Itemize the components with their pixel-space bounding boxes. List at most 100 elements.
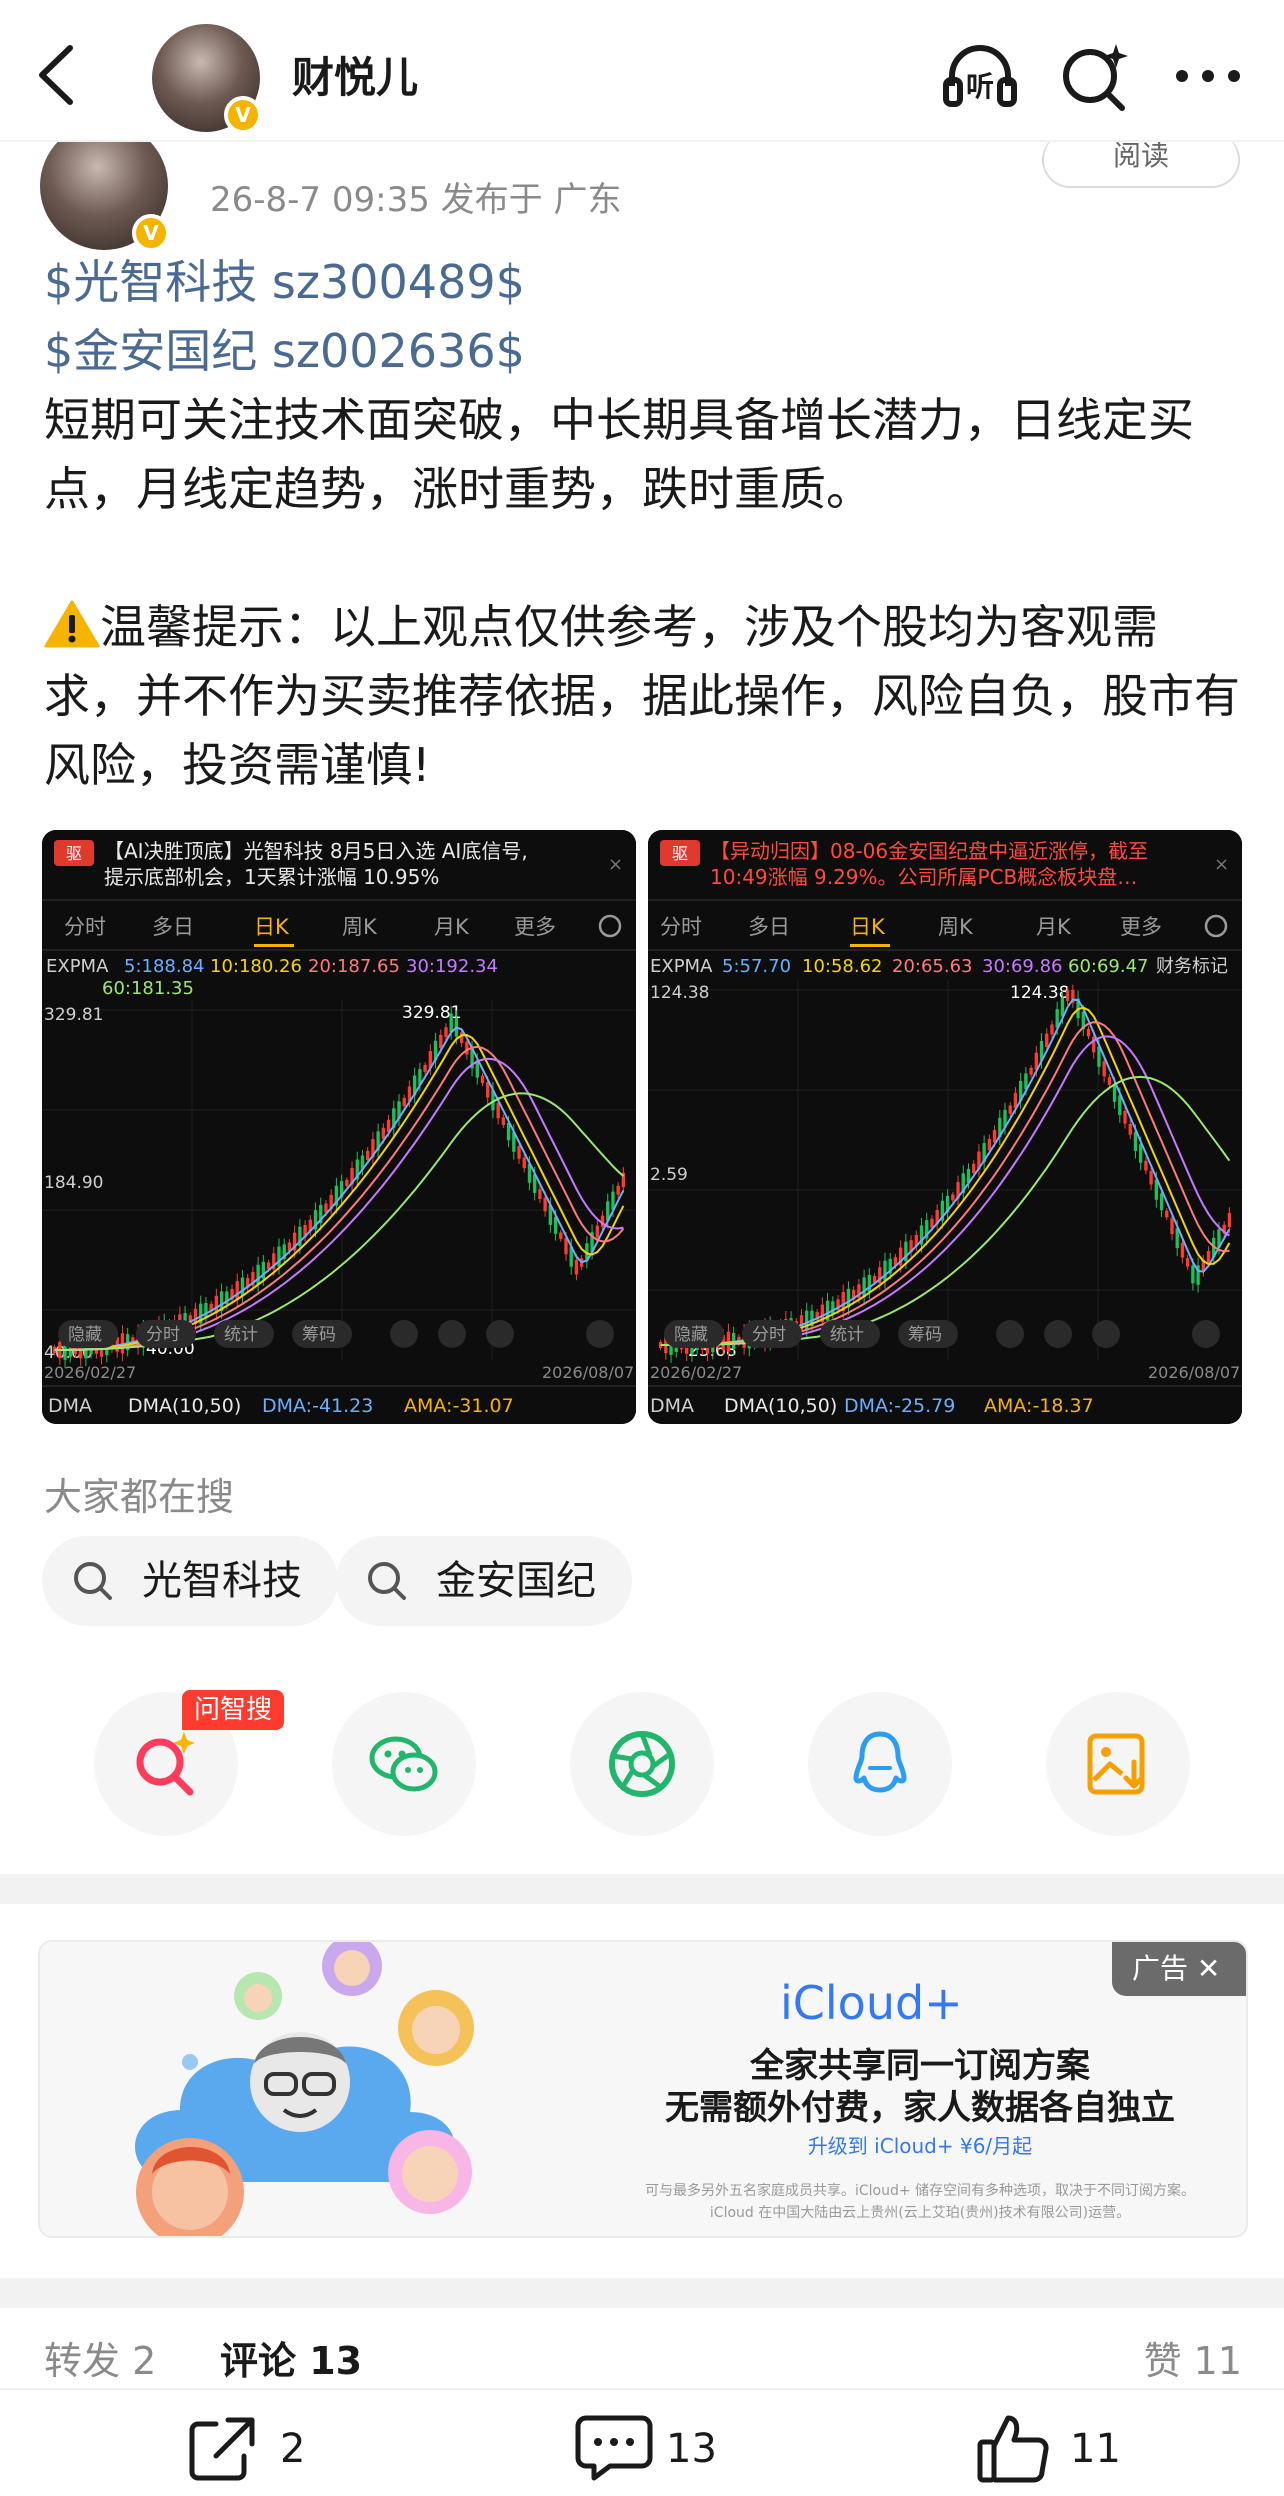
chart2-ma10: 10:58.62 [802, 956, 883, 977]
candle-body [564, 1238, 568, 1255]
more-icon[interactable] [1168, 36, 1248, 116]
ad-tag[interactable]: 广告 ✕ [1112, 1942, 1246, 1996]
chart-image-jinan[interactable]: 驱 【异动归因】08-06金安国纪盘中逼近涨停，截至 10:49涨幅 9.29%… [648, 830, 1242, 1424]
candle-body [1159, 1193, 1164, 1211]
chart-control-stats[interactable]: 统计 [224, 1325, 258, 1345]
candle-body [538, 1189, 542, 1199]
candle-body [1112, 1084, 1117, 1102]
chart-zoom-in-icon[interactable] [438, 1320, 466, 1348]
chart2-tab-zhouk[interactable]: 周K [938, 915, 974, 939]
post-time-location: 26-8-7 09:35 发布于 广东 [210, 180, 622, 220]
top-bar: V 财悦儿 听 [0, 0, 1284, 142]
author-avatar[interactable]: V [152, 24, 262, 134]
comment-button[interactable]: 13 [574, 2412, 744, 2482]
tab-comments[interactable]: 评论 13 [220, 2330, 362, 2385]
candle-body [883, 1260, 887, 1281]
candle-body [1133, 1131, 1138, 1151]
chart2-control-stats[interactable]: 统计 [830, 1325, 864, 1345]
ai-search-badge: 问智搜 [182, 1690, 285, 1730]
author-name[interactable]: 财悦儿 [292, 44, 418, 105]
candle-body [235, 1281, 239, 1301]
search-chip-guangzhi[interactable]: 光智科技 [42, 1536, 338, 1626]
like-button[interactable]: 11 [976, 2412, 1126, 2483]
tab-repost[interactable]: 转发 2 [44, 2330, 156, 2385]
chart-tab-yuek[interactable]: 月K [434, 915, 470, 939]
chart2-tab-more[interactable]: 更多 [1120, 915, 1162, 939]
chart2-tab-duori[interactable]: 多日 [748, 915, 790, 939]
candle-body [992, 1130, 997, 1143]
post-verified-badge: V [132, 214, 170, 252]
chart-prev-icon[interactable] [390, 1320, 418, 1348]
share-qq-button[interactable] [808, 1692, 952, 1836]
stock-link-jinan[interactable]: $金安国纪 sz002636$ [44, 317, 1244, 386]
ad-close-icon[interactable]: ✕ [1197, 1952, 1220, 1985]
chart2-tab-yuek[interactable]: 月K [1036, 915, 1072, 939]
chart2-control-hide[interactable]: 隐藏 [674, 1325, 708, 1345]
candle-body [1029, 1067, 1033, 1075]
chart-tab-more[interactable]: 更多 [514, 915, 556, 939]
save-image-icon [1087, 1733, 1145, 1795]
chart2-tab-rik[interactable]: 日K [850, 915, 886, 939]
candle-body [1050, 1024, 1054, 1035]
chart-control-hide[interactable]: 隐藏 [68, 1325, 102, 1345]
candle-body [616, 1185, 620, 1195]
candle-body [465, 1041, 469, 1055]
ad-cta[interactable]: 升级到 iCloud+ ¥6/月起 [600, 2130, 1240, 2159]
chart2-prev-icon[interactable] [996, 1320, 1024, 1348]
share-moments-button[interactable] [570, 1692, 714, 1836]
chart2-zoom-out-icon[interactable] [1092, 1320, 1120, 1348]
candle-body [1191, 1265, 1195, 1284]
candle-body [423, 1064, 427, 1072]
candle-body [1128, 1123, 1132, 1135]
chart2-zoom-in-icon[interactable] [1044, 1320, 1072, 1348]
chart2-fullscreen-icon[interactable] [1192, 1320, 1220, 1348]
repost-button[interactable]: 2 [186, 2412, 326, 2482]
chart-tab-fenshi[interactable]: 分时 [64, 915, 106, 939]
chart-banner-close-icon[interactable]: × [608, 854, 623, 875]
chart-zoom-out-icon[interactable] [486, 1320, 514, 1348]
chart-ma20: 20:187.65 [308, 956, 400, 977]
chart2-control-chips[interactable]: 筹码 [908, 1325, 942, 1345]
candle-body [1107, 1077, 1112, 1085]
candle-body [459, 1032, 464, 1043]
like-count: 11 [1070, 2426, 1121, 2472]
search-sparkle-icon[interactable] [1056, 36, 1136, 116]
post-meta: V 26-8-7 09:35 发布于 广东 阅读 [0, 122, 1284, 252]
search-chip-jinan[interactable]: 金安国纪 [336, 1536, 632, 1626]
chart2-date-start: 2026/02/27 [650, 1363, 742, 1382]
candle-body [1149, 1170, 1153, 1185]
candle-body [366, 1150, 370, 1161]
chart2-control-fenshi[interactable]: 分时 [752, 1325, 786, 1345]
chart-control-fenshi[interactable]: 分时 [146, 1325, 180, 1345]
ad-banner[interactable]: 广告 ✕ iCloud+ 全家共享同一订阅方案 无需额外付费，家人数据各自独立 … [38, 1940, 1248, 2238]
candle-body [480, 1075, 485, 1084]
ad-line-2: 无需额外付费，家人数据各自独立 [665, 2088, 1175, 2128]
share-save-image-button[interactable] [1046, 1692, 1190, 1836]
chart-control-chips[interactable]: 筹码 [302, 1325, 336, 1345]
candle-body [595, 1225, 599, 1238]
chart2-finance-mark[interactable]: 财务标记 [1156, 956, 1228, 977]
candle-body [345, 1179, 349, 1186]
post-paragraph-2-wrap: 温馨提示：以上观点仅供参考，涉及个股均为客观需求，并不作为买卖推荐依据，据此操作… [44, 593, 1244, 800]
listen-icon[interactable]: 听 [940, 36, 1020, 116]
search-chip-label: 光智科技 [142, 1558, 302, 1604]
candle-body [501, 1117, 506, 1125]
share-wechat-button[interactable] [332, 1692, 476, 1836]
chart-ma5: 5:188.84 [124, 956, 205, 977]
comment-count: 13 [666, 2426, 717, 2472]
tab-likes[interactable]: 赞 11 [1144, 2330, 1242, 2385]
qq-icon [853, 1731, 907, 1793]
chart-tab-duori[interactable]: 多日 [152, 915, 194, 939]
chart2-tab-fenshi[interactable]: 分时 [660, 915, 702, 939]
candle-body [1065, 990, 1070, 1001]
candle-body [381, 1127, 386, 1140]
chart-fullscreen-icon[interactable] [586, 1320, 614, 1348]
wechat-icon [369, 1736, 438, 1792]
post-paragraph-2: 温馨提示：以上观点仅供参考，涉及个股均为客观需求，并不作为买卖推荐依据，据此操作… [44, 600, 1240, 792]
chart-tab-zhouk[interactable]: 周K [342, 915, 378, 939]
chart-image-guangzhi[interactable]: 驱 【AI决胜顶底】光智科技 8月5日入选 AI底信号, 提示底部机会，1天累计… [42, 830, 636, 1424]
stock-link-guangzhi[interactable]: $光智科技 sz300489$ [44, 248, 1244, 317]
back-icon[interactable] [30, 40, 90, 110]
chart-tab-rik[interactable]: 日K [254, 915, 290, 939]
chart2-banner-close-icon[interactable]: × [1214, 854, 1229, 875]
